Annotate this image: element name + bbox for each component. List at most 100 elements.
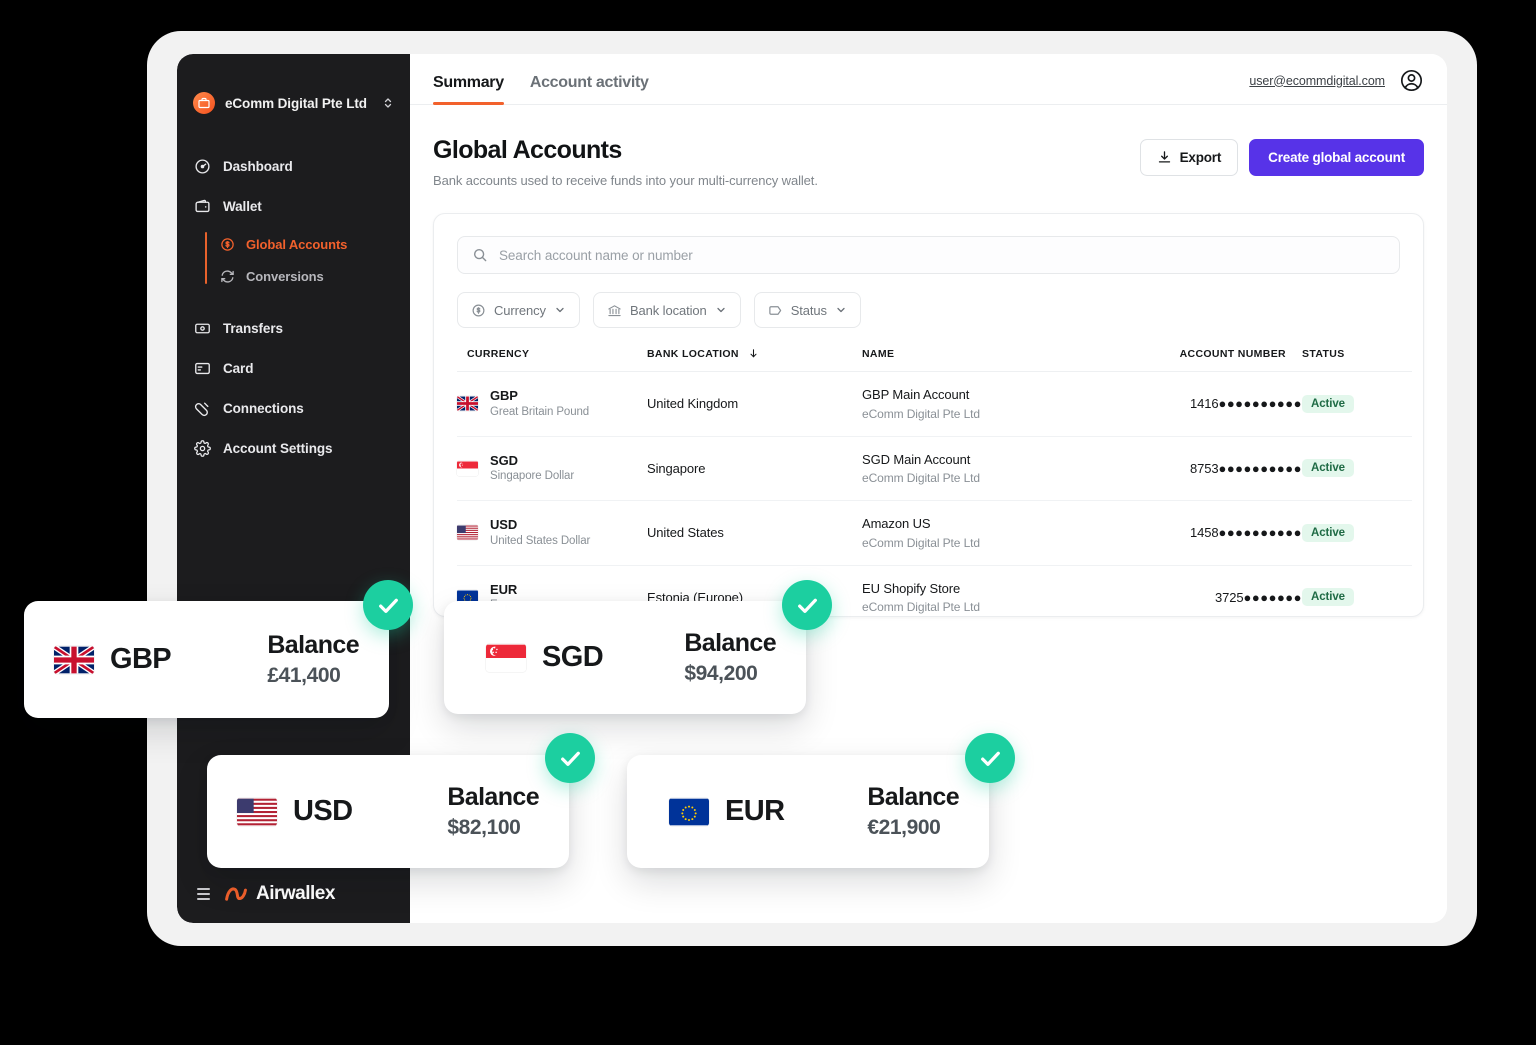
balance-card-currency: GBP	[54, 643, 172, 676]
filter-label: Bank location	[629, 302, 707, 318]
currency-name: Great Britain Pound	[490, 405, 590, 418]
table-head: CURRENCY BANK LOCATION NAME ACCOUNT NUMB…	[457, 348, 1412, 372]
sidebar-nav: Dashboard Wallet Global Accounts Convers…	[177, 146, 410, 468]
export-button[interactable]: Export	[1139, 139, 1239, 176]
user-email-link[interactable]: user@ecommdigital.com	[1249, 74, 1385, 88]
sidebar-item-card[interactable]: Card	[177, 348, 410, 388]
cell-currency: USD United States Dollar	[457, 500, 647, 566]
filter-bar: Currency Bank location Status	[457, 292, 1400, 328]
table-row[interactable]: USD United States Dollar United States A…	[457, 500, 1412, 566]
sidebar-item-account-settings[interactable]: Account Settings	[177, 428, 410, 468]
table-header-row: CURRENCY BANK LOCATION NAME ACCOUNT NUMB…	[457, 348, 1412, 372]
balance-card-usd[interactable]: USD Balance $82,100	[207, 755, 569, 868]
column-name[interactable]: NAME	[862, 348, 1117, 372]
status-badge: Active	[1302, 523, 1354, 542]
sidebar-item-conversions[interactable]: Conversions	[205, 260, 410, 292]
filter-status[interactable]: Status	[753, 292, 861, 328]
cell-account-number: 1458●●●●●●●●●●	[1117, 500, 1302, 566]
sidebar-item-global-accounts[interactable]: Global Accounts	[205, 228, 410, 260]
sidebar-item-label: Dashboard	[223, 158, 293, 174]
column-account-number[interactable]: ACCOUNT NUMBER	[1117, 348, 1302, 372]
balance-card-eur[interactable]: EUR Balance €21,900	[627, 755, 989, 868]
column-status[interactable]: STATUS	[1302, 348, 1412, 372]
topbar-actions: user@ecommdigital.com	[1249, 68, 1424, 104]
cell-account-number: 1416●●●●●●●●●●	[1117, 371, 1302, 437]
cell-account-number: 8753●●●●●●●●●●	[1117, 436, 1302, 501]
account-number-prefix: 8753	[1189, 460, 1219, 476]
table-row[interactable]: SGD Singapore Dollar Singapore SGD Main …	[457, 436, 1412, 501]
hamburger-icon[interactable]	[197, 888, 210, 900]
table-body: GBP Great Britain Pound United Kingdom G…	[457, 371, 1412, 616]
chevron-up-down-icon	[382, 96, 394, 110]
tab-summary[interactable]: Summary	[433, 74, 504, 105]
flag-us-icon	[457, 525, 478, 540]
card-icon	[193, 359, 211, 377]
cell-bank-location: United States	[647, 500, 862, 566]
status-badge: Active	[1302, 459, 1354, 478]
create-global-account-button[interactable]: Create global account	[1249, 139, 1424, 176]
account-org: eComm Digital Pte Ltd	[862, 406, 980, 421]
check-circle-icon	[545, 733, 595, 783]
flag-gb-icon	[54, 645, 94, 674]
user-circle-icon[interactable]	[1399, 68, 1424, 93]
check-circle-icon	[965, 733, 1015, 783]
sidebar-item-wallet[interactable]: Wallet	[177, 186, 410, 226]
dollar-circle-icon	[471, 303, 486, 318]
column-currency[interactable]: CURRENCY	[457, 348, 647, 372]
briefcase-icon	[193, 92, 215, 114]
org-switcher[interactable]: eComm Digital Pte Ltd	[177, 78, 410, 128]
filter-bank-location[interactable]: Bank location	[592, 292, 741, 328]
currency-code: SGD	[490, 452, 518, 468]
page-actions: Export Create global account	[1139, 136, 1424, 176]
accounts-table: CURRENCY BANK LOCATION NAME ACCOUNT NUMB…	[457, 348, 1412, 616]
currency-text: USD United States Dollar	[490, 516, 590, 549]
cell-account-number: 3725●●●●●●●	[1117, 565, 1302, 616]
currency-text: SGD Singapore Dollar	[490, 452, 574, 485]
airwallex-logo-icon	[224, 885, 250, 903]
download-icon	[1157, 150, 1172, 165]
balance-card-code: EUR	[725, 795, 785, 827]
sidebar-item-label: Connections	[223, 400, 304, 416]
check-circle-icon	[782, 580, 832, 630]
flag-sg-icon	[486, 644, 526, 672]
balance-label: Balance	[267, 631, 359, 660]
sidebar-item-dashboard[interactable]: Dashboard	[177, 146, 410, 186]
account-number-mask: ●●●●●●●	[1243, 589, 1302, 605]
balance-card-values: Balance $94,200	[684, 629, 776, 686]
balance-card-currency: USD	[237, 795, 353, 828]
cell-status: Active	[1302, 565, 1412, 616]
cell-status: Active	[1302, 500, 1412, 566]
account-org: eComm Digital Pte Ltd	[862, 471, 980, 485]
page-header: Global Accounts Bank accounts used to re…	[433, 136, 1424, 188]
filter-label: Currency	[494, 302, 546, 318]
balance-amount: $82,100	[447, 815, 521, 839]
status-badge: Active	[1302, 588, 1354, 607]
sidebar-item-label: Card	[223, 360, 254, 376]
account-number-prefix: 3725	[1215, 589, 1244, 605]
balance-card-currency: EUR	[669, 795, 785, 828]
balance-card-sgd[interactable]: SGD Balance $94,200	[444, 601, 806, 714]
flag-us-icon	[237, 798, 277, 826]
search-input[interactable]: Search account name or number	[457, 236, 1400, 274]
chevron-down-icon	[835, 304, 847, 316]
account-number-mask: ●●●●●●●●●●	[1218, 396, 1302, 412]
balance-card-values: Balance €21,900	[867, 783, 959, 840]
page-body: Global Accounts Bank accounts used to re…	[410, 105, 1447, 617]
table-row[interactable]: GBP Great Britain Pound United Kingdom G…	[457, 371, 1412, 437]
tab-account-activity[interactable]: Account activity	[530, 74, 649, 104]
balance-card-gbp[interactable]: GBP Balance £41,400	[24, 601, 389, 718]
dollar-circle-icon	[219, 236, 235, 252]
arrow-down-icon[interactable]	[748, 348, 759, 359]
tab-list: Summary Account activity	[433, 54, 649, 105]
sidebar-item-transfers[interactable]: Transfers	[177, 308, 410, 348]
search-placeholder: Search account name or number	[499, 247, 693, 263]
filter-currency[interactable]: Currency	[457, 292, 580, 328]
accounts-card-inner: Search account name or number Currency B…	[434, 214, 1423, 616]
sidebar-item-connections[interactable]: Connections	[177, 388, 410, 428]
account-name: Amazon US	[862, 516, 931, 531]
refresh-icon	[219, 268, 235, 284]
column-bank-location[interactable]: BANK LOCATION	[647, 348, 862, 372]
wallet-icon	[193, 197, 211, 215]
balance-label: Balance	[867, 783, 959, 812]
cell-bank-location: Singapore	[647, 436, 862, 501]
